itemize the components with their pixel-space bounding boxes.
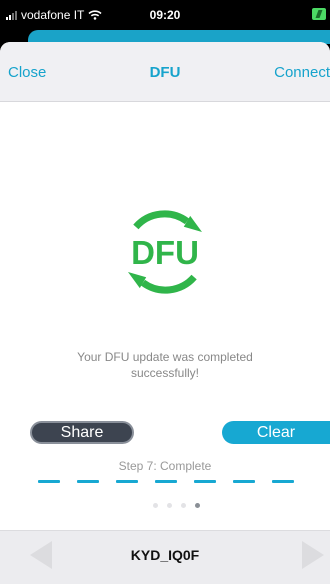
device-name: KYD_IQ0F [130,547,200,563]
progress-segment [38,480,60,483]
progress-segment [233,480,255,483]
status-bar: vodafone IT 09:20 [0,0,330,30]
page-dot[interactable] [153,503,158,508]
progress-segment [272,480,294,483]
page-indicator[interactable] [0,503,330,509]
progress-segment [155,480,177,483]
step-progress [38,480,296,484]
page-dot[interactable] [181,503,186,508]
page-dot[interactable] [195,503,200,508]
dfu-modal: Close DFU Connect DFU Your DFU update wa… [0,42,330,584]
clear-button[interactable]: Clear [222,421,330,444]
dfu-logo-text: DFU [131,234,199,271]
progress-segment [116,480,138,483]
status-message: Your DFU update was completed successful… [77,350,253,380]
nav-bar: Close DFU Connect [0,42,330,102]
close-button[interactable]: Close [8,64,46,81]
next-arrow-icon[interactable] [302,541,324,569]
device-footer: KYD_IQ0F [0,530,330,584]
status-time: 09:20 [149,8,181,22]
dfu-refresh-icon: DFU [128,210,202,294]
share-button[interactable]: Share [30,421,134,444]
progress-segment [194,480,216,483]
page-dot[interactable] [167,503,172,508]
progress-segment [77,480,99,483]
step-label: Step 7: Complete [118,459,212,473]
battery-charging-icon [312,8,326,20]
connect-button[interactable]: Connect [274,64,330,81]
